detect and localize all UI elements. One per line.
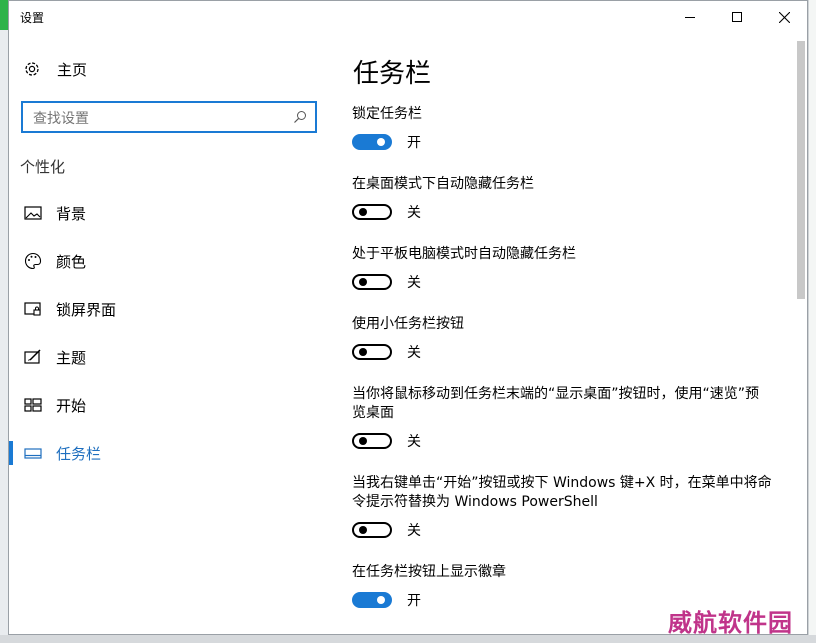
sidebar-item-label: 主题 [56,349,87,367]
setting-label: 处于平板电脑模式时自动隐藏任务栏 [352,246,576,262]
toggle-state-label: 关 [407,275,421,291]
search-placeholder: 查找设置 [33,111,89,127]
autohide-tablet-toggle[interactable] [352,274,392,290]
minimize-icon [685,17,695,18]
start-tiles-icon [24,398,42,412]
settings-window: 设置 主页 查找设置 个性化 背景 颜色 锁屏界面 主题 开始 任务栏 任务栏 … [8,0,808,635]
scrollbar-thumb[interactable] [797,41,805,299]
main-content: 任务栏 锁定任务栏 开 在桌面模式下自动隐藏任务栏 关 处于平板电脑模式时自动隐… [352,33,792,634]
sidebar-item-lock-screen[interactable]: 锁屏界面 [9,289,332,329]
setting-label: 当我右键单击“开始”按钮或按下 Windows 键+X 时，在菜单中将命令提示符… [352,475,772,510]
toggle-state-label: 关 [407,523,421,539]
sidebar-item-start[interactable]: 开始 [9,385,332,425]
home-label: 主页 [57,60,88,79]
setting-lock-taskbar: 锁定任务栏 开 [352,105,782,152]
small-buttons-toggle[interactable] [352,344,392,360]
sidebar-item-label: 锁屏界面 [56,301,117,319]
section-label: 个性化 [20,158,66,176]
badges-toggle[interactable] [352,592,392,608]
setting-autohide-tablet: 处于平板电脑模式时自动隐藏任务栏 关 [352,245,782,292]
palette-icon [25,252,42,270]
sidebar-item-themes[interactable]: 主题 [9,337,332,377]
sidebar-item-colors[interactable]: 颜色 [9,241,332,281]
maximize-button[interactable] [714,1,760,33]
close-icon [778,11,790,23]
home-nav-item[interactable]: 主页 [22,57,87,81]
theme-brush-icon [24,349,41,364]
sidebar-item-taskbar[interactable]: 任务栏 [9,433,332,473]
setting-label: 在任务栏按钮上显示徽章 [352,564,506,580]
setting-label: 在桌面模式下自动隐藏任务栏 [352,176,534,192]
page-title: 任务栏 [353,59,432,89]
picture-icon [24,206,42,220]
sidebar-item-background[interactable]: 背景 [9,193,332,233]
minimize-button[interactable] [667,1,713,33]
sidebar-item-label: 开始 [56,397,87,415]
setting-label: 使用小任务栏按钮 [352,316,464,332]
toggle-state-label: 关 [407,205,421,221]
setting-small-buttons: 使用小任务栏按钮 关 [352,315,782,362]
lock-taskbar-toggle[interactable] [352,134,392,150]
gear-icon [22,59,42,79]
sidebar-item-label: 背景 [56,205,87,223]
lock-screen-icon [24,302,41,316]
toggle-state-label: 关 [407,434,421,450]
toggle-state-label: 开 [407,593,421,609]
close-button[interactable] [761,1,807,33]
powershell-toggle[interactable] [352,522,392,538]
sidebar-item-label: 任务栏 [56,445,102,463]
background-app-window [808,0,816,643]
setting-autohide-desktop: 在桌面模式下自动隐藏任务栏 关 [352,175,782,222]
title-bar[interactable]: 设置 [9,1,807,33]
taskbar-icon [24,448,42,459]
toggle-state-label: 开 [407,135,421,151]
sidebar: 主页 查找设置 个性化 背景 颜色 锁屏界面 主题 开始 任务栏 [9,33,332,634]
setting-peek: 当你将鼠标移动到任务栏末端的“显示桌面”按钮时，使用“速览”预览桌面 关 [352,385,772,451]
autohide-desktop-toggle[interactable] [352,204,392,220]
maximize-icon [732,12,742,22]
search-box[interactable]: 查找设置 [21,101,317,133]
search-icon [294,111,306,123]
peek-toggle[interactable] [352,433,392,449]
window-title: 设置 [20,11,45,25]
setting-label: 锁定任务栏 [352,106,422,122]
watermark-logo: 威航软件园 [668,609,793,637]
setting-powershell: 当我右键单击“开始”按钮或按下 Windows 键+X 时，在菜单中将命令提示符… [352,474,772,540]
background-app-edge [0,0,8,30]
sidebar-item-label: 颜色 [56,253,87,271]
setting-label: 当你将鼠标移动到任务栏末端的“显示桌面”按钮时，使用“速览”预览桌面 [352,386,760,421]
active-indicator [9,441,13,465]
toggle-state-label: 关 [407,345,421,361]
